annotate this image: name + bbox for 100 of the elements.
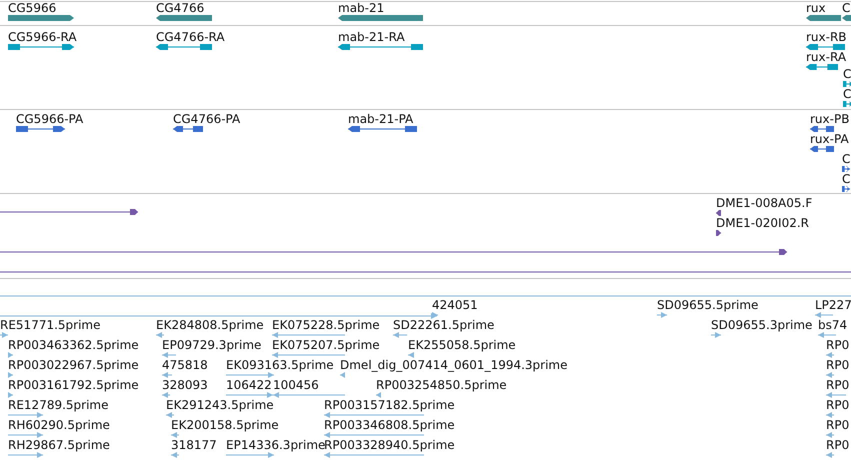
feature-label: C	[842, 173, 850, 185]
feature-label: RP0	[826, 399, 850, 411]
est-glyph[interactable]	[162, 391, 170, 399]
est-glyph[interactable]	[226, 391, 273, 399]
feature-label: RP003157182.5prime	[324, 399, 455, 411]
feature-label: Dmel_dig_007414_0601_1994.3prime	[340, 359, 568, 371]
est-glyph[interactable]	[8, 351, 13, 359]
transcript-glyph[interactable]	[8, 43, 74, 51]
feature-label: SD22261.5prime	[393, 319, 494, 331]
est-glyph[interactable]	[324, 451, 424, 459]
est-glyph[interactable]	[226, 371, 274, 379]
est-glyph[interactable]	[340, 371, 345, 379]
feature-label: rux-PB	[810, 113, 850, 125]
transcript-glyph[interactable]	[806, 43, 845, 51]
est-glyph[interactable]	[826, 351, 834, 359]
clone-glyph[interactable]	[716, 229, 721, 237]
feature-label: RP003463362.5prime	[8, 339, 139, 351]
est-glyph[interactable]	[393, 331, 407, 339]
feature-label: EK284808.5prime	[156, 319, 264, 331]
est-glyph[interactable]	[0, 312, 437, 320]
feature-label: CG4766	[156, 2, 204, 14]
est-glyph[interactable]	[273, 391, 345, 399]
feature-label: bs74	[818, 319, 848, 331]
est-glyph[interactable]	[156, 331, 164, 339]
clone-glyph[interactable]	[0, 208, 138, 216]
est-glyph[interactable]	[166, 411, 174, 419]
est-glyph[interactable]	[324, 411, 424, 419]
transcript-glyph[interactable]	[843, 100, 851, 108]
est-glyph[interactable]	[826, 431, 834, 439]
clone-glyph[interactable]	[0, 248, 787, 256]
feature-label: RP0	[826, 419, 850, 431]
transcript-glyph[interactable]	[806, 63, 838, 71]
feature-label: C	[842, 2, 850, 14]
gene-glyph[interactable]	[156, 14, 212, 22]
feature-label: RH29867.5prime	[8, 439, 110, 451]
protein-glyph[interactable]	[842, 185, 850, 193]
feature-label: 100456	[273, 379, 319, 391]
protein-glyph[interactable]	[842, 165, 850, 173]
feature-label: SD09655.5prime	[657, 299, 758, 311]
est-glyph[interactable]	[171, 451, 179, 459]
est-glyph[interactable]	[711, 331, 721, 339]
feature-label: RH60290.5prime	[8, 419, 110, 431]
feature-label: RP003022967.5prime	[8, 359, 139, 371]
protein-glyph[interactable]	[810, 145, 834, 153]
feature-label: rux-RA	[806, 51, 846, 63]
est-glyph[interactable]	[376, 391, 381, 399]
est-glyph[interactable]	[657, 311, 667, 319]
clone-glyph[interactable]	[716, 209, 721, 217]
feature-label: rux-PA	[810, 133, 849, 145]
feature-label: RP0	[826, 439, 850, 451]
protein-glyph[interactable]	[16, 125, 65, 133]
est-glyph[interactable]	[272, 351, 345, 359]
est-glyph[interactable]	[8, 431, 43, 439]
feature-label: DME1-020I02.R	[716, 217, 810, 229]
feature-label: EK075228.5prime	[272, 319, 380, 331]
feature-label: RP003328940.5prime	[324, 439, 455, 451]
est-glyph[interactable]	[272, 331, 345, 339]
est-glyph[interactable]	[818, 331, 836, 339]
feature-label: mab-21-RA	[338, 31, 405, 43]
feature-label: RP003346808.5prime	[324, 419, 455, 431]
est-glyph[interactable]	[408, 351, 414, 359]
est-glyph[interactable]	[226, 451, 274, 459]
transcript-glyph[interactable]	[843, 80, 851, 88]
feature-label: EP09729.3prime	[162, 339, 262, 351]
est-glyph[interactable]	[162, 371, 172, 379]
gene-glyph[interactable]	[842, 14, 851, 22]
est-glyph[interactable]	[826, 371, 834, 379]
feature-label: CG5966-RA	[8, 31, 77, 43]
est-glyph[interactable]	[0, 331, 8, 339]
feature-label: mab-21-PA	[348, 113, 414, 125]
est-glyph[interactable]	[171, 431, 179, 439]
est-glyph[interactable]	[815, 311, 833, 319]
protein-glyph[interactable]	[810, 125, 834, 133]
feature-label: 318177	[171, 439, 217, 451]
feature-label: CG5966	[8, 2, 56, 14]
gene-glyph[interactable]	[8, 14, 74, 22]
feature-label: RE12789.5prime	[8, 399, 108, 411]
est-glyph[interactable]	[8, 411, 43, 419]
est-glyph[interactable]	[324, 431, 424, 439]
transcript-glyph[interactable]	[156, 43, 212, 51]
est-glyph[interactable]	[162, 351, 176, 359]
feature-label: DME1-008A05.F	[716, 197, 812, 209]
est-glyph[interactable]	[826, 391, 846, 399]
feature-label: CG4766-RA	[156, 31, 225, 43]
est-glyph[interactable]	[8, 391, 13, 399]
feature-label: EK255058.5prime	[408, 339, 516, 351]
gene-glyph[interactable]	[338, 14, 423, 22]
feature-label: RP0	[826, 339, 850, 351]
feature-label: EK291243.5prime	[166, 399, 274, 411]
transcript-glyph[interactable]	[338, 43, 423, 51]
protein-glyph[interactable]	[348, 125, 417, 133]
est-glyph[interactable]	[826, 411, 834, 419]
feature-label: EK075207.5prime	[272, 339, 380, 351]
feature-label: 424051	[432, 299, 478, 311]
est-glyph[interactable]	[826, 451, 834, 459]
feature-label: RP0	[826, 359, 850, 371]
est-glyph[interactable]	[8, 371, 13, 379]
feature-label: CG5966-PA	[16, 113, 84, 125]
est-glyph[interactable]	[8, 451, 43, 459]
protein-glyph[interactable]	[173, 125, 203, 133]
